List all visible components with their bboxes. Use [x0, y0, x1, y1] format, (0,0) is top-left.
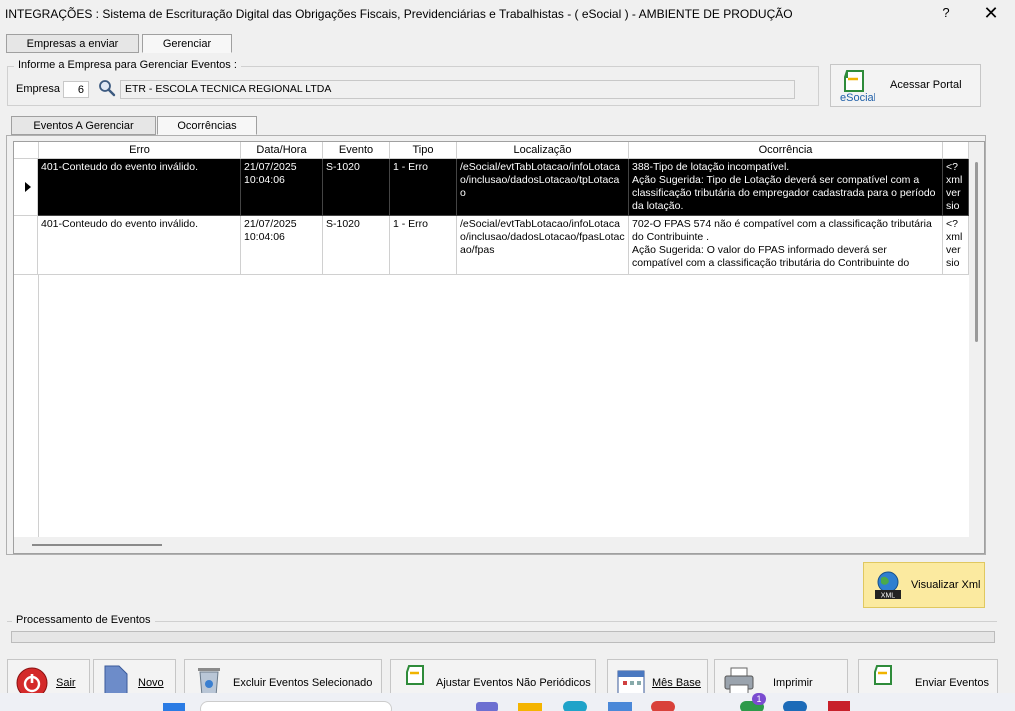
horizontal-scrollbar[interactable] — [14, 537, 984, 553]
close-button[interactable]: ✕ — [978, 2, 1004, 24]
ajustar-eventos-button[interactable]: Ajustar Eventos Não Periódicos — [390, 659, 596, 695]
search-icon[interactable] — [98, 79, 116, 97]
xml-globe-icon: XML — [872, 569, 904, 601]
esocial-send-icon — [871, 664, 899, 696]
esocial-icon — [403, 664, 431, 696]
enviar-eventos-button[interactable]: Enviar Eventos — [858, 659, 998, 695]
title-bar: INTEGRAÇÕES : Sistema de Escrituração Di… — [0, 0, 1015, 28]
new-document-icon — [103, 664, 129, 699]
mes-base-label: Mês Base — [652, 677, 701, 689]
processamento-legend: Processamento de Eventos — [12, 614, 155, 626]
visualizar-xml-label: Visualizar Xml — [911, 579, 981, 591]
esocial-logo-text: eSocial — [840, 92, 875, 103]
edge-icon[interactable] — [563, 701, 587, 711]
column-header-ocorrencia[interactable]: Ocorrência — [629, 142, 943, 159]
table-row[interactable]: 401-Conteudo do evento inválido. 21/07/2… — [14, 216, 969, 275]
imprimir-button[interactable]: Imprimir — [714, 659, 848, 695]
windows-start-icon[interactable] — [163, 703, 185, 711]
sair-label: Sair — [56, 677, 76, 689]
ocorrencias-grid[interactable]: Erro Data/Hora Evento Tipo Localização O… — [13, 141, 985, 554]
column-header-tipo[interactable]: Tipo — [390, 142, 457, 159]
row-pointer-icon — [25, 182, 31, 192]
calendar-icon — [615, 668, 647, 696]
cell-xml: <? xml ver sio — [943, 216, 969, 275]
row-selector[interactable] — [14, 159, 38, 216]
svg-text:XML: XML — [881, 593, 896, 600]
row-selector[interactable] — [14, 216, 38, 275]
cell-datahora: 21/07/2025 10:04:06 — [241, 216, 323, 275]
help-button[interactable]: ? — [938, 5, 954, 20]
tab-gerenciar[interactable]: Gerenciar — [142, 34, 232, 53]
acrobat-icon[interactable] — [828, 701, 850, 711]
acessar-portal-button[interactable]: eSocial Acessar Portal — [830, 64, 981, 107]
window-title: INTEGRAÇÕES : Sistema de Escrituração Di… — [5, 7, 793, 21]
column-header-evento[interactable]: Evento — [323, 142, 390, 159]
table-row[interactable]: 401-Conteudo do evento inválido. 21/07/2… — [14, 159, 969, 216]
cell-evento: S-1020 — [323, 216, 390, 275]
horizontal-scroll-thumb[interactable] — [32, 544, 162, 546]
cell-tipo: 1 - Erro — [390, 216, 457, 275]
cell-erro: 401-Conteudo do evento inválido. — [38, 159, 241, 216]
vertical-scroll-thumb[interactable] — [975, 162, 978, 342]
tab-empresas-a-enviar[interactable]: Empresas a enviar — [6, 34, 139, 53]
column-header-datahora[interactable]: Data/Hora — [241, 142, 323, 159]
taskbar: 1 — [0, 693, 1015, 711]
notification-badge: 1 — [752, 693, 766, 705]
printer-icon — [722, 666, 756, 696]
visualizar-xml-button[interactable]: XML Visualizar Xml — [863, 562, 985, 608]
chrome-icon[interactable] — [651, 701, 675, 711]
tab-eventos-a-gerenciar[interactable]: Eventos A Gerenciar — [11, 116, 156, 135]
cell-localizacao: /eSocial/evtTabLotacao/infoLotacao/inclu… — [457, 159, 629, 216]
cell-datahora: 21/07/2025 10:04:06 — [241, 159, 323, 216]
empresa-label: Empresa — [16, 83, 61, 95]
trash-icon — [194, 664, 224, 697]
cell-xml: <? xml ver sio — [943, 159, 969, 216]
acessar-portal-label: Acessar Portal — [890, 79, 962, 91]
progress-bar — [11, 631, 995, 643]
cell-ocorrencia: 388-Tipo de lotação incompatível. Ação S… — [629, 159, 943, 216]
column-header-xml[interactable] — [943, 142, 969, 159]
column-header-localizacao[interactable]: Localização — [457, 142, 629, 159]
cell-ocorrencia: 702-O FPAS 574 não é compatível com a cl… — [629, 216, 943, 275]
empresa-name-field: ETR - ESCOLA TECNICA REGIONAL LTDA — [120, 80, 795, 99]
cell-erro: 401-Conteudo do evento inválido. — [38, 216, 241, 275]
teams-icon[interactable] — [476, 702, 498, 711]
sair-button[interactable]: Sair — [7, 659, 90, 699]
cell-localizacao: /eSocial/evtTabLotacao/infoLotacao/inclu… — [457, 216, 629, 275]
empresa-code-field[interactable]: 6 — [63, 81, 89, 98]
excluir-eventos-button[interactable]: Excluir Eventos Selecionado — [184, 659, 382, 697]
ajustar-eventos-label: Ajustar Eventos Não Periódicos — [436, 677, 591, 689]
mes-base-button[interactable]: Mês Base — [607, 659, 708, 696]
app-icon[interactable] — [783, 701, 807, 711]
taskbar-search-input[interactable] — [200, 701, 392, 711]
cell-tipo: 1 - Erro — [390, 159, 457, 216]
esocial-logo-icon: eSocial — [839, 69, 876, 104]
tab-ocorrencias[interactable]: Ocorrências — [157, 116, 257, 135]
vertical-scrollbar[interactable] — [969, 142, 984, 537]
imprimir-label: Imprimir — [773, 677, 813, 689]
excluir-eventos-label: Excluir Eventos Selecionado — [233, 677, 373, 689]
cell-evento: S-1020 — [323, 159, 390, 216]
column-header-erro[interactable]: Erro — [39, 142, 241, 159]
novo-label: Novo — [138, 677, 164, 689]
file-explorer-icon[interactable] — [518, 703, 542, 711]
novo-button[interactable]: Novo — [93, 659, 176, 699]
grid-corner — [14, 142, 39, 159]
empresa-group-legend: Informe a Empresa para Gerenciar Eventos… — [14, 59, 241, 71]
enviar-eventos-label: Enviar Eventos — [915, 677, 989, 689]
store-icon[interactable] — [608, 702, 632, 711]
